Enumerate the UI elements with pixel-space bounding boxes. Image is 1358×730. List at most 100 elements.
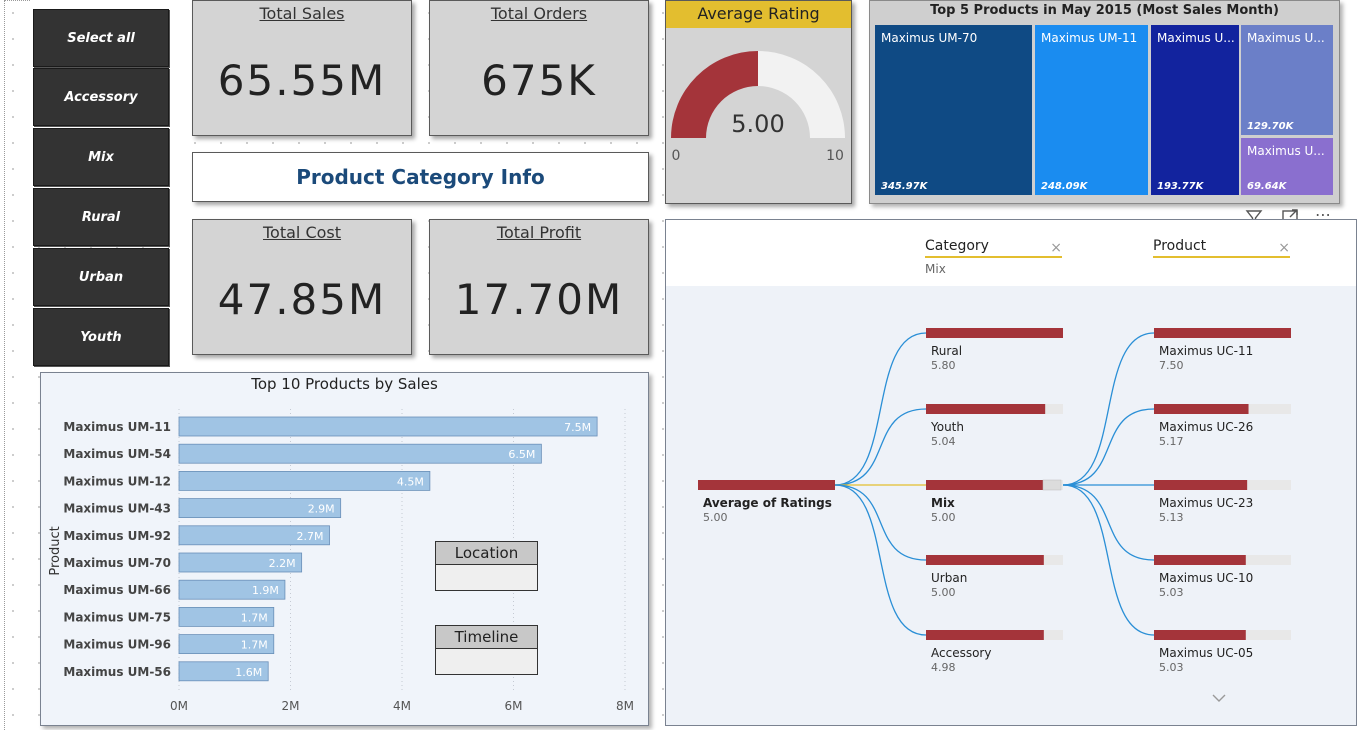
bar-value-label: 2.9M	[308, 503, 335, 516]
decomp-root-label: Average of Ratings	[703, 496, 832, 510]
x-tick-label: 0M	[170, 699, 188, 713]
decomp-product-value: 7.50	[1159, 359, 1184, 372]
bar[interactable]	[178, 471, 431, 491]
gauge-value: 5.00	[731, 110, 784, 138]
decomp-category-value: 5.04	[931, 435, 956, 448]
slicer-button-urban[interactable]: Urban	[33, 248, 169, 306]
y-tick-label: Maximus UM-70	[63, 556, 171, 570]
y-tick-label: Maximus UM-43	[63, 502, 171, 516]
treemap-tile-value: 129.70K	[1247, 121, 1294, 132]
treemap-tile-5[interactable]: Maximus U... 69.64K	[1241, 138, 1333, 195]
decomp-product-bar[interactable]	[1154, 404, 1249, 414]
decomp-product-bar[interactable]	[1154, 328, 1291, 338]
treemap-title: Top 5 Products in May 2015 (Most Sales M…	[930, 3, 1279, 18]
decomp-category-bar[interactable]	[926, 328, 1063, 338]
treemap-tile-name: Maximus U...	[1157, 31, 1235, 45]
y-tick-label: Maximus UM-92	[63, 529, 171, 543]
decomp-product-label: Maximus UC-05	[1159, 646, 1253, 660]
decomp-product-bar[interactable]	[1154, 555, 1246, 565]
decomp-product-bar[interactable]	[1154, 630, 1246, 640]
decomp-category-label: Rural	[931, 344, 962, 358]
decomp-category-value: 5.00	[931, 586, 956, 599]
total-sales-value: 65.55M	[217, 56, 387, 105]
slicer-button-mix[interactable]: Mix	[33, 128, 169, 186]
decomp-category-label: Accessory	[931, 646, 991, 660]
decomp-product-bar[interactable]	[1154, 480, 1248, 490]
treemap-tile-name: Maximus UM-70	[881, 31, 978, 45]
average-rating-gauge[interactable]: Average Rating 5.00 0 10	[665, 0, 852, 204]
decomp-link	[1062, 484, 1155, 636]
treemap-tile-1[interactable]: Maximus UM-70 345.97K	[875, 25, 1032, 195]
bar-value-label: 1.9M	[252, 584, 279, 597]
decomp-product-value: 5.13	[1159, 511, 1184, 524]
decomp-category-bar[interactable]	[926, 480, 1044, 490]
decomposition-tree[interactable]: Category × Mix Product × Average of Rati…	[665, 219, 1357, 726]
total-orders-label: Total Orders	[490, 4, 588, 23]
decomp-category-bar[interactable]	[926, 555, 1044, 565]
timeline-slicer-title: Timeline	[436, 626, 537, 649]
total-sales-card[interactable]: Total Sales 65.55M	[192, 0, 412, 136]
treemap-tile-2[interactable]: Maximus UM-11 248.09K	[1035, 25, 1148, 195]
top10-products-chart[interactable]: Top 10 Products by Sales Product 0M 2M 4M 6…	[40, 372, 649, 726]
expand-node-icon[interactable]	[1042, 479, 1062, 491]
treemap-tile-3[interactable]: Maximus U... 193.77K	[1151, 25, 1239, 195]
decomp-link	[834, 408, 927, 486]
decomp-category-label: Youth	[930, 420, 964, 434]
chevron-down-icon[interactable]	[1211, 688, 1227, 707]
y-tick-label: Maximus UM-11	[63, 420, 171, 434]
decomp-link	[1062, 484, 1155, 561]
decomp-category-bar[interactable]	[926, 404, 1046, 414]
total-cost-card[interactable]: Total Cost 47.85M	[192, 219, 412, 355]
treemap-tile-4[interactable]: Maximus U... 129.70K	[1241, 25, 1333, 135]
gauge-min-label: 0	[672, 148, 681, 164]
bar-value-label: 2.2M	[269, 557, 296, 570]
decomp-product-value: 5.03	[1159, 586, 1184, 599]
y-tick-label: Maximus UM-66	[63, 583, 171, 597]
bar-value-label: 2.7M	[297, 530, 324, 543]
location-slicer[interactable]: Location	[435, 541, 538, 591]
decomp-product-value: 5.03	[1159, 661, 1184, 674]
gauge-title: Average Rating	[666, 1, 851, 28]
y-axis-label: Product	[48, 526, 63, 575]
gauge-max-label: 10	[826, 148, 844, 164]
decomp-root-value: 5.00	[703, 511, 728, 524]
x-tick-label: 4M	[393, 699, 411, 713]
x-tick-label: 6M	[505, 699, 523, 713]
y-tick-label: Maximus UM-56	[63, 665, 171, 679]
treemap-tile-value: 193.77K	[1157, 181, 1204, 192]
decomp-product-label: Maximus UC-11	[1159, 344, 1253, 358]
treemap-tile-name: Maximus U...	[1247, 31, 1325, 45]
x-tick-label: 8M	[616, 699, 634, 713]
decomp-tree-svg: Average of Ratings5.00Rural5.80Youth5.04…	[698, 328, 1291, 674]
bar-value-label: 1.7M	[241, 611, 268, 624]
treemap-tile-value: 69.64K	[1247, 181, 1287, 192]
total-cost-label: Total Cost	[262, 223, 342, 242]
slicer-button-rural[interactable]: Rural	[33, 188, 169, 246]
slicer-button-accessory[interactable]: Accessory	[33, 68, 169, 126]
decomp-category-bar[interactable]	[926, 630, 1044, 640]
timeline-slicer[interactable]: Timeline	[435, 625, 538, 675]
location-slicer-title: Location	[436, 542, 537, 565]
decomp-product-label: Maximus UC-26	[1159, 420, 1253, 434]
decomp-product-label: Maximus UC-23	[1159, 496, 1253, 510]
decomp-link	[834, 332, 927, 486]
bar[interactable]	[178, 416, 598, 437]
decomp-category-value: 5.80	[931, 359, 956, 372]
decomp-category-value: 4.98	[931, 661, 956, 674]
bar[interactable]	[178, 443, 542, 464]
total-profit-value: 17.70M	[454, 275, 624, 324]
total-profit-card[interactable]: Total Profit 17.70M	[429, 219, 649, 355]
top5-treemap-card[interactable]: Top 5 Products in May 2015 (Most Sales M…	[869, 0, 1340, 204]
slicer-button-youth[interactable]: Youth	[33, 308, 169, 366]
decomp-product-label: Maximus UC-10	[1159, 571, 1253, 585]
y-tick-label: Maximus UM-54	[63, 447, 171, 461]
total-orders-card[interactable]: Total Orders 675K	[429, 0, 649, 136]
y-tick-label: Maximus UM-75	[63, 610, 171, 624]
decomp-link	[834, 484, 927, 561]
canvas-edge-top	[4, 0, 30, 1]
slicer-button-select-all[interactable]: Select all	[33, 9, 169, 67]
x-tick-label: 2M	[282, 699, 300, 713]
decomp-root-bar[interactable]	[698, 480, 835, 490]
decomp-category-value: 5.00	[931, 511, 956, 524]
product-category-banner: Product Category Info	[192, 152, 649, 202]
